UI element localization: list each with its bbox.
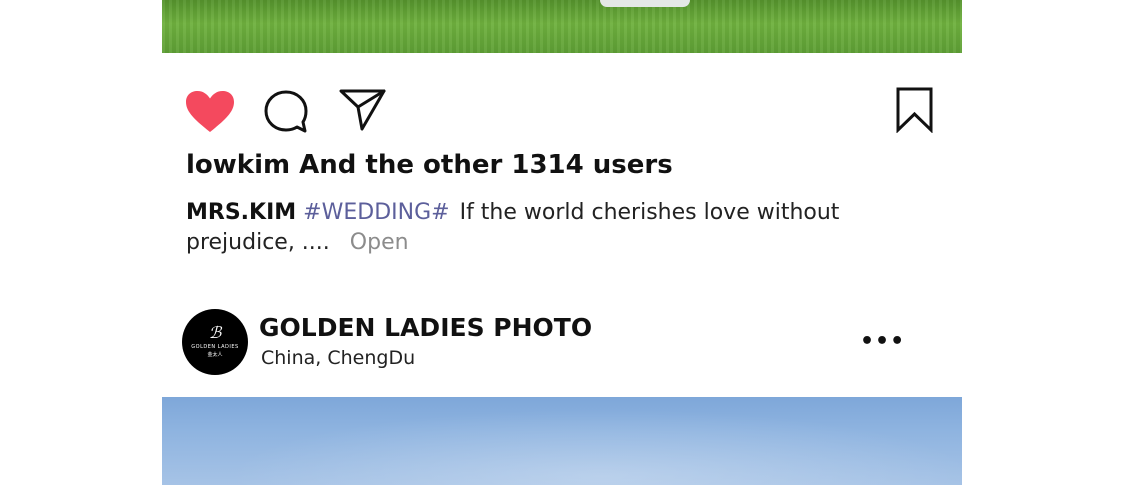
avatar[interactable]: ℬ GOLDEN LADIES 金太人 bbox=[182, 309, 248, 375]
caption-open-link[interactable]: Open bbox=[350, 230, 409, 255]
avatar-brand-text: GOLDEN LADIES bbox=[191, 344, 239, 350]
post-photo-top[interactable] bbox=[162, 0, 962, 53]
heart-icon[interactable] bbox=[185, 90, 235, 134]
dress-hem bbox=[600, 0, 690, 7]
likes-summary[interactable]: lowkim And the other 1314 users bbox=[186, 150, 673, 180]
account-name[interactable]: GOLDEN LADIES PHOTO bbox=[259, 313, 592, 342]
avatar-logo-mark: ℬ bbox=[208, 323, 222, 342]
bookmark-icon[interactable] bbox=[895, 87, 935, 133]
feed: lowkim And the other 1314 users MRS.KIM … bbox=[0, 0, 1125, 485]
avatar-brand-cn: 金太人 bbox=[207, 352, 223, 358]
caption-hashtag[interactable]: #WEDDING# bbox=[303, 200, 449, 225]
more-options-button[interactable]: ••• bbox=[860, 330, 904, 354]
send-icon[interactable] bbox=[339, 88, 387, 132]
caption-author[interactable]: MRS.KIM bbox=[186, 200, 296, 225]
post-location[interactable]: China, ChengDu bbox=[261, 347, 415, 369]
comment-icon[interactable] bbox=[263, 89, 309, 135]
post-caption: MRS.KIM #WEDDING# If the world cherishes … bbox=[186, 198, 866, 258]
grass-texture bbox=[162, 0, 962, 53]
post-photo-bottom[interactable] bbox=[162, 397, 962, 485]
sky-haze bbox=[162, 397, 962, 485]
